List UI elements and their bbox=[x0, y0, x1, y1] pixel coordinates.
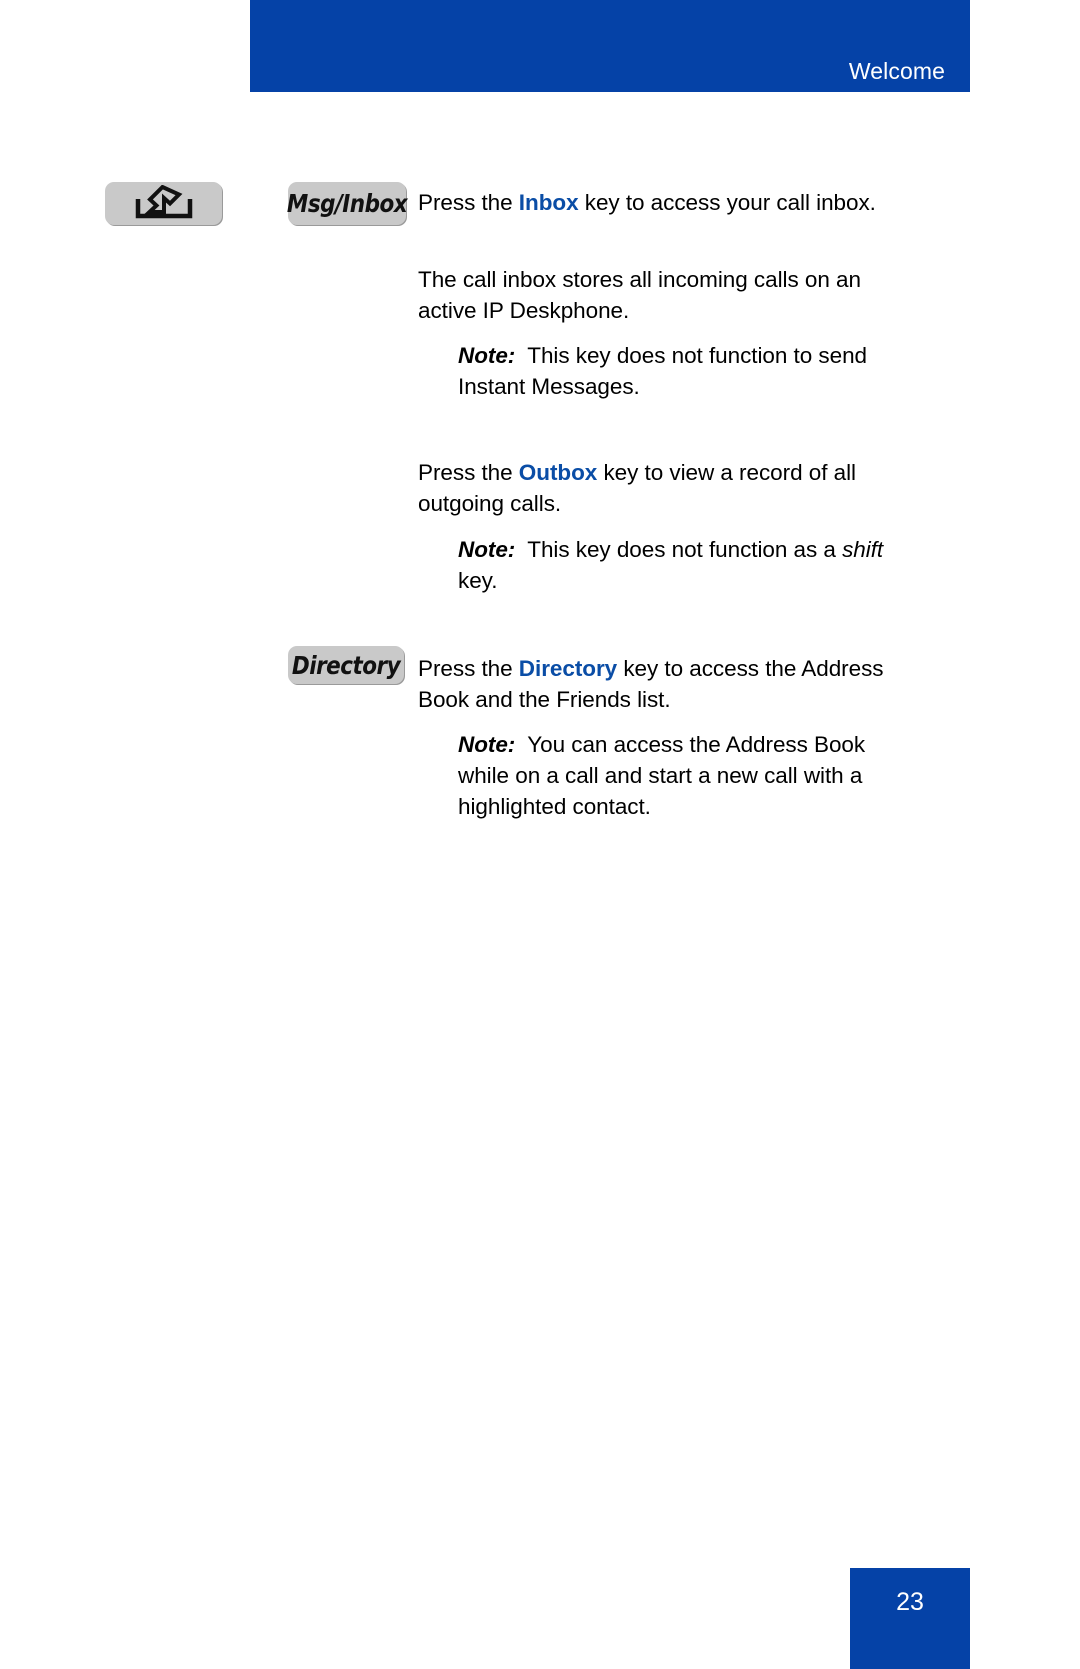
note-outbox-label: Note: bbox=[458, 536, 516, 562]
note-directory-label: Note: bbox=[458, 731, 516, 757]
note-outbox-spacer bbox=[515, 537, 527, 562]
page-title: Welcome bbox=[848, 58, 945, 84]
note-outbox-text-before: This key does not function as a bbox=[527, 536, 843, 562]
keycap-directory: Directory bbox=[288, 646, 404, 684]
note-outbox-italic-word: shift bbox=[842, 536, 884, 562]
inbox-tray-arrow-icon bbox=[133, 184, 195, 223]
paragraph-outbox: Press the Outbox key to view a record of… bbox=[418, 457, 918, 519]
paragraph-directory-lead: Press the bbox=[418, 655, 519, 681]
paragraph-directory: Press the Directory key to access the Ad… bbox=[418, 653, 918, 715]
paragraph-inbox-description: The call inbox stores all incoming calls… bbox=[418, 266, 861, 323]
note-directory-spacer bbox=[515, 732, 527, 757]
keycap-msg-inbox: Msg/Inbox bbox=[286, 182, 408, 225]
keycap-msg-inbox-label: Msg/Inbox bbox=[286, 189, 408, 218]
page-number: 23 bbox=[896, 1588, 924, 1616]
paragraph-inbox-lead: Press the bbox=[418, 189, 519, 215]
page-footer-block: 23 bbox=[850, 1568, 970, 1669]
note-outbox-text-after: key. bbox=[458, 567, 498, 593]
note-outbox: Note: This key does not function as a sh… bbox=[458, 534, 918, 596]
paragraph-outbox-lead: Press the bbox=[418, 459, 519, 485]
note-inbox: Note: This key does not function to send… bbox=[458, 340, 918, 402]
note-directory: Note: You can access the Address Book wh… bbox=[458, 729, 918, 822]
keyword-directory: Directory bbox=[518, 655, 618, 681]
page-header-bar: Welcome bbox=[250, 0, 970, 92]
keycap-directory-label: Directory bbox=[291, 650, 401, 680]
paragraph-inbox-rest: key to access your call inbox. bbox=[578, 189, 876, 215]
keyword-outbox: Outbox bbox=[518, 459, 598, 485]
note-inbox-spacer bbox=[515, 343, 527, 368]
keycap-inbox-icon bbox=[105, 182, 222, 225]
note-inbox-label: Note: bbox=[458, 342, 516, 368]
paragraph-inbox: Press the Inbox key to access your call … bbox=[418, 187, 918, 218]
keyword-inbox: Inbox bbox=[518, 189, 579, 215]
